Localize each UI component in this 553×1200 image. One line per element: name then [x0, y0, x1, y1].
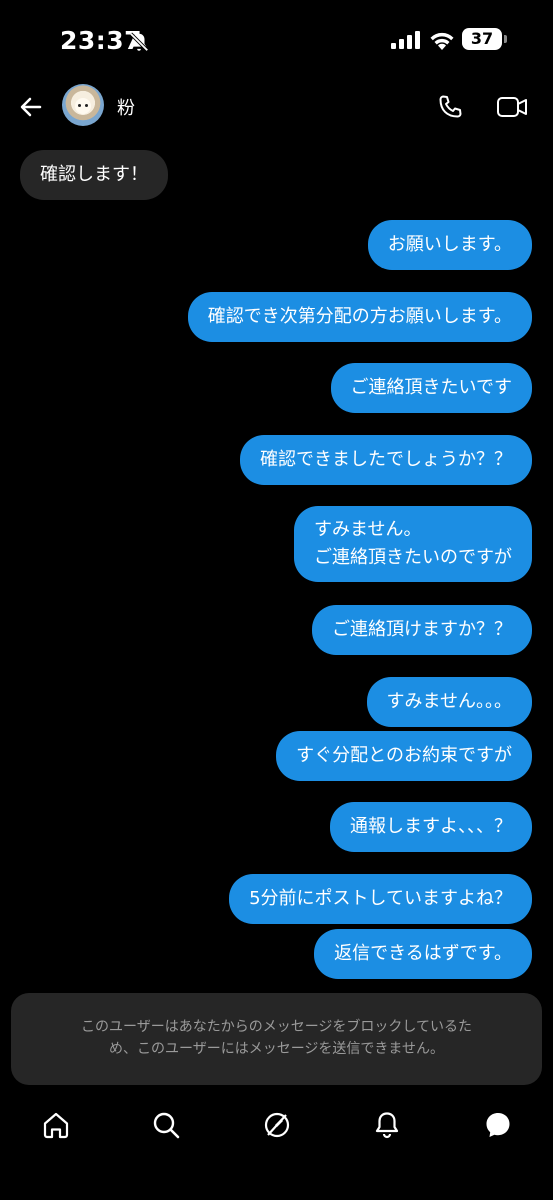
received-message[interactable]: 確認します！: [20, 150, 168, 200]
arrow-left-icon[interactable]: [18, 94, 44, 120]
sent-message[interactable]: すみません。 ご連絡頂きたいのですが: [294, 506, 532, 582]
bottom-tab-bar: [0, 1100, 553, 1160]
bell-off-icon: [129, 32, 149, 52]
sent-message[interactable]: 確認できましたでしょうか？？: [240, 435, 532, 485]
sent-message[interactable]: 確認でき次第分配の方お願いします。: [187, 292, 532, 342]
contact-name[interactable]: 粉: [117, 94, 135, 120]
sent-message[interactable]: 5分前にポストしていますよね？: [229, 874, 532, 924]
battery-level: 37: [462, 28, 502, 50]
wifi-icon: [430, 32, 454, 50]
notifications-icon[interactable]: [372, 1110, 402, 1140]
sent-message[interactable]: ご連絡頂きたいです: [330, 363, 532, 413]
avatar-eye: [85, 104, 88, 107]
notice-line: め、このユーザーにはメッセージを送信できません。: [108, 1041, 445, 1057]
sent-message[interactable]: お願いします。: [367, 220, 532, 270]
status-bar: 23:37 37: [0, 0, 553, 80]
blocked-notice: このユーザーはあなたからのメッセージをブロックしているた め、このユーザーにはメ…: [11, 993, 542, 1085]
threads-feed-icon[interactable]: [262, 1110, 292, 1140]
avatar[interactable]: [62, 84, 104, 126]
sent-message[interactable]: 通報しますよ、、、？: [330, 802, 532, 852]
search-icon[interactable]: [151, 1110, 181, 1140]
video-camera-icon[interactable]: [496, 94, 528, 120]
home-icon[interactable]: [41, 1110, 71, 1140]
home-indicator-area: [0, 1160, 553, 1200]
avatar-eye: [78, 104, 81, 107]
sent-message[interactable]: ご連絡頂けますか？？: [312, 605, 532, 655]
message-line: すみません。: [314, 519, 422, 540]
chat-header: 粉: [0, 80, 553, 140]
battery-cap: [504, 35, 507, 43]
sent-message[interactable]: 返信できるはずです。: [314, 929, 532, 979]
message-line: ご連絡頂きたいのですが: [314, 547, 512, 568]
messages-icon[interactable]: [483, 1110, 513, 1140]
cellular-signal-icon: [391, 31, 420, 49]
sent-message[interactable]: すみません。。。: [366, 677, 532, 727]
sent-message[interactable]: すぐ分配とのお約束ですが: [276, 731, 532, 781]
notice-line: このユーザーはあなたからのメッセージをブロックしているた: [80, 1019, 473, 1035]
phone-icon[interactable]: [436, 93, 464, 121]
